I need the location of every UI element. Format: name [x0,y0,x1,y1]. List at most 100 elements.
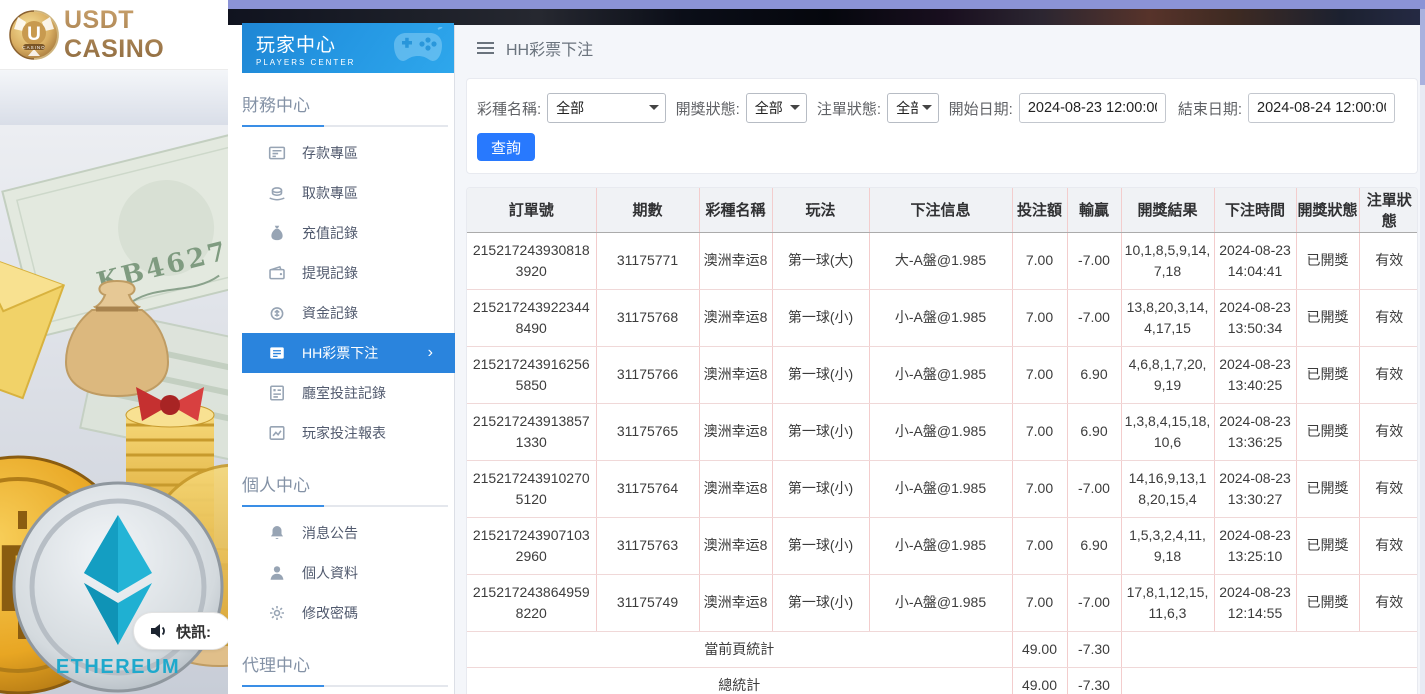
end-date-input[interactable] [1248,93,1395,123]
gamepad-icon [392,27,444,67]
summary-cell: -7.30 [1067,667,1121,694]
table-cell: 2024-08-23 12:14:55 [1214,574,1296,631]
table-cell: 已開獎 [1296,289,1359,346]
table-cell: 7.00 [1012,574,1067,631]
table-cell: 7.00 [1012,517,1067,574]
end-date-label: 結束日期: [1178,98,1242,119]
table-row: 215217243910270512031175764澳洲幸运8第一球(小)小-… [467,460,1418,517]
summary-row: 當前頁統計49.00-7.30 [467,631,1418,667]
sidebar-item[interactable]: HH彩票下注 › [242,333,455,373]
table-cell: 有效 [1359,574,1418,631]
table-row: 215217243864959822031175749澳洲幸运8第一球(小)小-… [467,574,1418,631]
table-cell: 大-A盤@1.985 [869,232,1012,289]
sidebar-item-label: 取款專區 [302,183,358,203]
table-cell: 7.00 [1012,232,1067,289]
table-cell: 2024-08-23 13:30:27 [1214,460,1296,517]
table-cell: 2152172439102705120 [467,460,596,517]
order-status-select[interactable]: 全部 [887,93,939,123]
sidebar-item[interactable]: 充值記錄 [242,213,455,253]
menu-toggle-icon[interactable] [477,42,494,54]
scrollbar-track[interactable] [1420,9,1425,694]
table-cell: 31175766 [596,346,699,403]
sidebar-item[interactable]: 消息公告 [242,513,455,553]
table-cell: 31175763 [596,517,699,574]
table-cell: 有效 [1359,403,1418,460]
table-cell: 已開獎 [1296,460,1359,517]
wallet-icon [268,264,286,282]
sidebar-item-label: 充值記錄 [302,223,358,243]
sidebar-item[interactable]: 廳室投註記錄 [242,373,455,413]
sidebar-item[interactable]: 存款專區 [242,133,455,173]
sidebar-item[interactable]: 提現記錄 [242,253,455,293]
table-row: 215217243913857133031175765澳洲幸运8第一球(小)小-… [467,403,1418,460]
sidebar-sections: 財務中心存款專區取款專區充值記錄提現記錄資金記錄HH彩票下注›廳室投註記錄玩家投… [228,91,454,694]
table-cell: 7.00 [1012,289,1067,346]
table-cell: 小-A盤@1.985 [869,289,1012,346]
table-cell: 1,3,8,4,15,18,10,6 [1121,403,1214,460]
table-cell: 7.00 [1012,460,1067,517]
table-cell: 第一球(小) [772,403,869,460]
summary-row: 總統計49.00-7.30 [467,667,1418,694]
table-cell: 澳洲幸运8 [699,232,772,289]
table-cell: 已開獎 [1296,403,1359,460]
table-cell: 有效 [1359,232,1418,289]
table-cell: 澳洲幸运8 [699,289,772,346]
bets-table-card: 訂單號期數彩種名稱玩法下注信息投注額輸贏開獎結果下注時間開獎狀態注單狀態 215… [466,187,1418,694]
summary-cell: -7.30 [1067,631,1121,667]
column-header: 開獎狀態 [1296,188,1359,232]
summary-cell [1121,667,1418,694]
table-cell: 第一球(大) [772,232,869,289]
sidebar-header: 玩家中心 PLAYERS CENTER [242,23,454,73]
sidebar-item[interactable]: 玩家投注報表 [242,413,455,453]
draw-status-select[interactable]: 全部 [746,93,807,123]
sidebar-item-label: HH彩票下注 [302,343,378,363]
scrollbar-thumb[interactable] [1420,9,1425,85]
lottery-name-select[interactable]: 全部 [547,93,665,123]
table-cell: 1,5,3,2,4,11,9,18 [1121,517,1214,574]
table-row: 215217243916256585031175766澳洲幸运8第一球(小)小-… [467,346,1418,403]
table-cell: 2024-08-23 13:36:25 [1214,403,1296,460]
table-cell: 第一球(小) [772,574,869,631]
table-cell: 17,8,1,12,15,11,6,3 [1121,574,1214,631]
sidebar-item[interactable]: 取款專區 [242,173,455,213]
table-cell: 31175764 [596,460,699,517]
table-cell: 2024-08-23 13:50:34 [1214,289,1296,346]
column-header: 開獎結果 [1121,188,1214,232]
start-date-label: 開始日期: [949,98,1013,119]
sidebar-item-label: 提現記錄 [302,263,358,283]
table-cell: 小-A盤@1.985 [869,517,1012,574]
sidebar-item-label: 存款專區 [302,143,358,163]
promo-image: 100 KB46279 [0,125,228,694]
summary-cell: 當前頁統計 [467,631,1012,667]
table-cell: 31175771 [596,232,699,289]
table-cell: 已開獎 [1296,574,1359,631]
table-cell: 已開獎 [1296,232,1359,289]
table-cell: 7.00 [1012,346,1067,403]
table-cell: -7.00 [1067,232,1121,289]
table-cell: 第一球(小) [772,346,869,403]
sidebar-item-label: 消息公告 [302,523,358,543]
column-header: 下注時間 [1214,188,1296,232]
sidebar-item[interactable]: 個人資料 [242,553,455,593]
start-date-input[interactable] [1019,93,1166,123]
column-header: 投注額 [1012,188,1067,232]
brand-logo[interactable]: U CASINO USDT CASINO [0,0,228,70]
sidebar-item[interactable]: 資金記錄 [242,293,455,333]
table-cell: 有效 [1359,460,1418,517]
table-cell: 小-A盤@1.985 [869,403,1012,460]
table-cell: -7.00 [1067,460,1121,517]
money-bag-icon [268,224,286,242]
search-button[interactable]: 查詢 [477,133,535,161]
chevron-right-icon: › [428,344,433,362]
table-cell: 2024-08-23 13:25:10 [1214,517,1296,574]
table-cell: 7.00 [1012,403,1067,460]
sidebar-item-label: 修改密碼 [302,603,358,623]
table-row: 215217243930818392031175771澳洲幸运8第一球(大)大-… [467,232,1418,289]
table-cell: 小-A盤@1.985 [869,574,1012,631]
table-cell: 13,8,20,3,14,4,17,15 [1121,289,1214,346]
sidebar-item[interactable]: 修改密碼 [242,593,455,633]
filter-panel: 彩種名稱: 全部 開獎狀態: 全部 注單狀態: 全部 開始日期: 結束日期: 查… [466,78,1418,174]
order-status-select-wrap: 全部 [887,93,939,123]
main-content: HH彩票下注 彩種名稱: 全部 開獎狀態: 全部 注單狀態: 全部 開始日期: … [455,25,1420,694]
table-cell: 已開獎 [1296,517,1359,574]
